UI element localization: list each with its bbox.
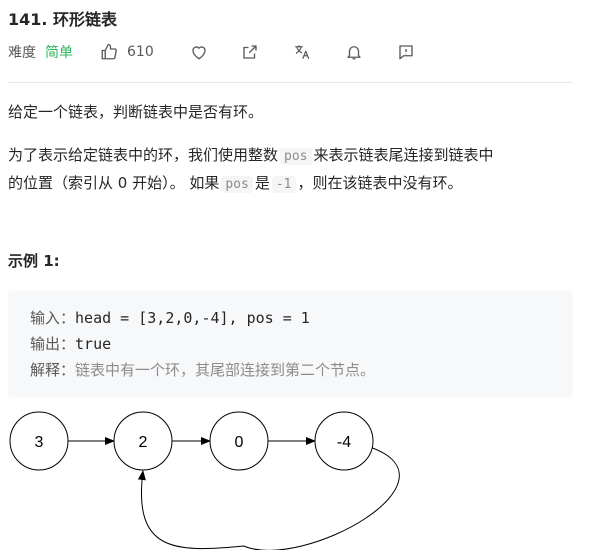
example-code-block: 输入：head = [3,2,0,-4], pos = 1 输出：true 解释… [8, 291, 573, 397]
like-button[interactable]: 610 [99, 42, 154, 62]
like-count: 610 [127, 44, 154, 60]
example-input: 输入：head = [3,2,0,-4], pos = 1 [30, 309, 310, 327]
list-node-value: 2 [139, 434, 148, 451]
problem-title: 141. 环形链表 [8, 10, 118, 29]
example-heading: 示例 1: [8, 252, 60, 270]
inline-code: pos [221, 176, 253, 193]
bell-icon[interactable] [344, 42, 364, 62]
linked-list-diagram: 3 2 0 -4 [9, 411, 400, 550]
heart-icon[interactable] [189, 42, 209, 62]
inline-code: pos [280, 148, 312, 165]
list-node-value: 3 [35, 434, 44, 451]
example-output: 输出：true [30, 335, 112, 353]
difficulty-badge: 简单 [45, 45, 73, 61]
problem-meta-bar: 难度 简单 610 [8, 40, 416, 64]
description-paragraph-2: 为了表示给定链表中的环，我们使用整数 pos 来表示链表尾连接到链表中 的位置（索引… [8, 146, 494, 193]
description-paragraph-1: 给定一个链表，判断链表中是否有环。 [8, 103, 264, 121]
inline-code: -1 [271, 176, 296, 193]
list-node-value: -4 [337, 434, 351, 451]
thumbs-up-icon [99, 42, 119, 62]
example-explanation: 解释：链表中有一个环，其尾部连接到第二个节点。 [30, 361, 376, 379]
difficulty-label: 难度 [8, 45, 36, 61]
list-node-value: 0 [235, 434, 244, 451]
feedback-icon[interactable] [396, 42, 416, 62]
share-icon[interactable] [240, 42, 260, 62]
translate-icon[interactable] [292, 42, 312, 62]
divider [8, 82, 573, 83]
